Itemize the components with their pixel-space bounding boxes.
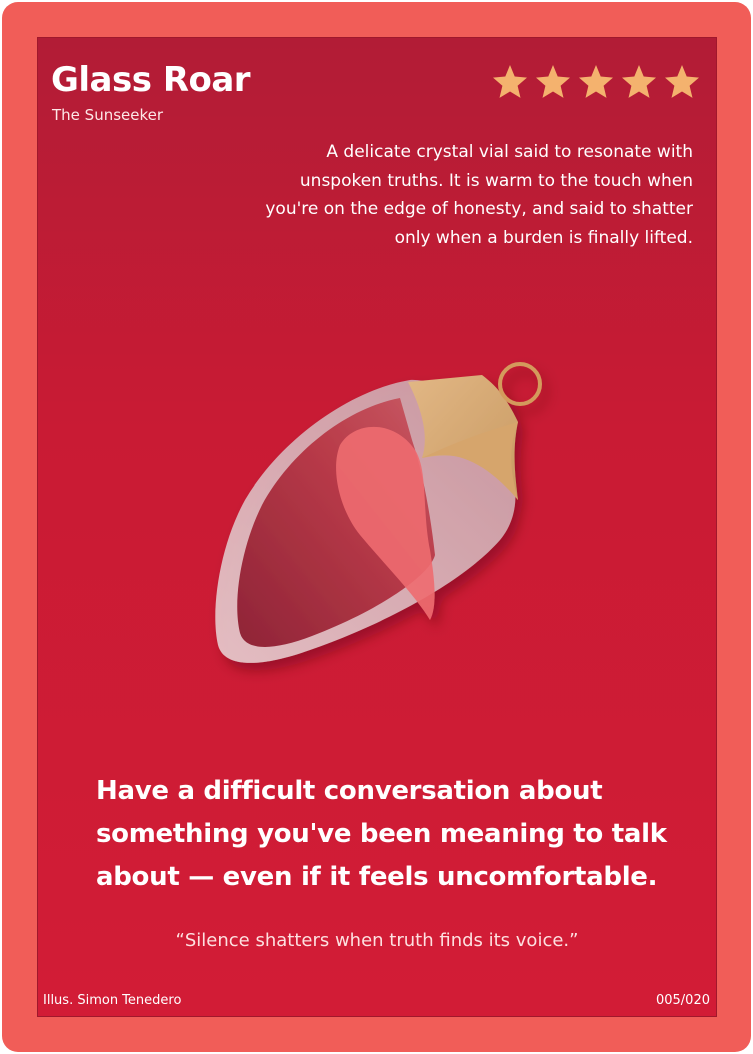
card-challenge: Have a difficult conversation about some… <box>96 776 667 892</box>
card-title: Glass Roar <box>51 60 251 100</box>
card-quote: “Silence shatters when truth finds its v… <box>175 930 579 951</box>
star-icon <box>536 65 570 98</box>
card-number: 005/020 <box>655 993 710 1008</box>
star-icon <box>579 65 613 98</box>
star-icon <box>493 65 527 98</box>
star-icon <box>622 65 656 98</box>
card-subtitle: The Sunseeker <box>52 106 164 124</box>
illustrator-credit: Illus. Simon Tenedero <box>43 993 182 1008</box>
glass-ornament-heart-icon <box>215 362 542 663</box>
star-rating <box>493 65 699 98</box>
star-icon <box>665 65 699 98</box>
card-description: A delicate crystal vial said to resonate… <box>265 142 693 248</box>
